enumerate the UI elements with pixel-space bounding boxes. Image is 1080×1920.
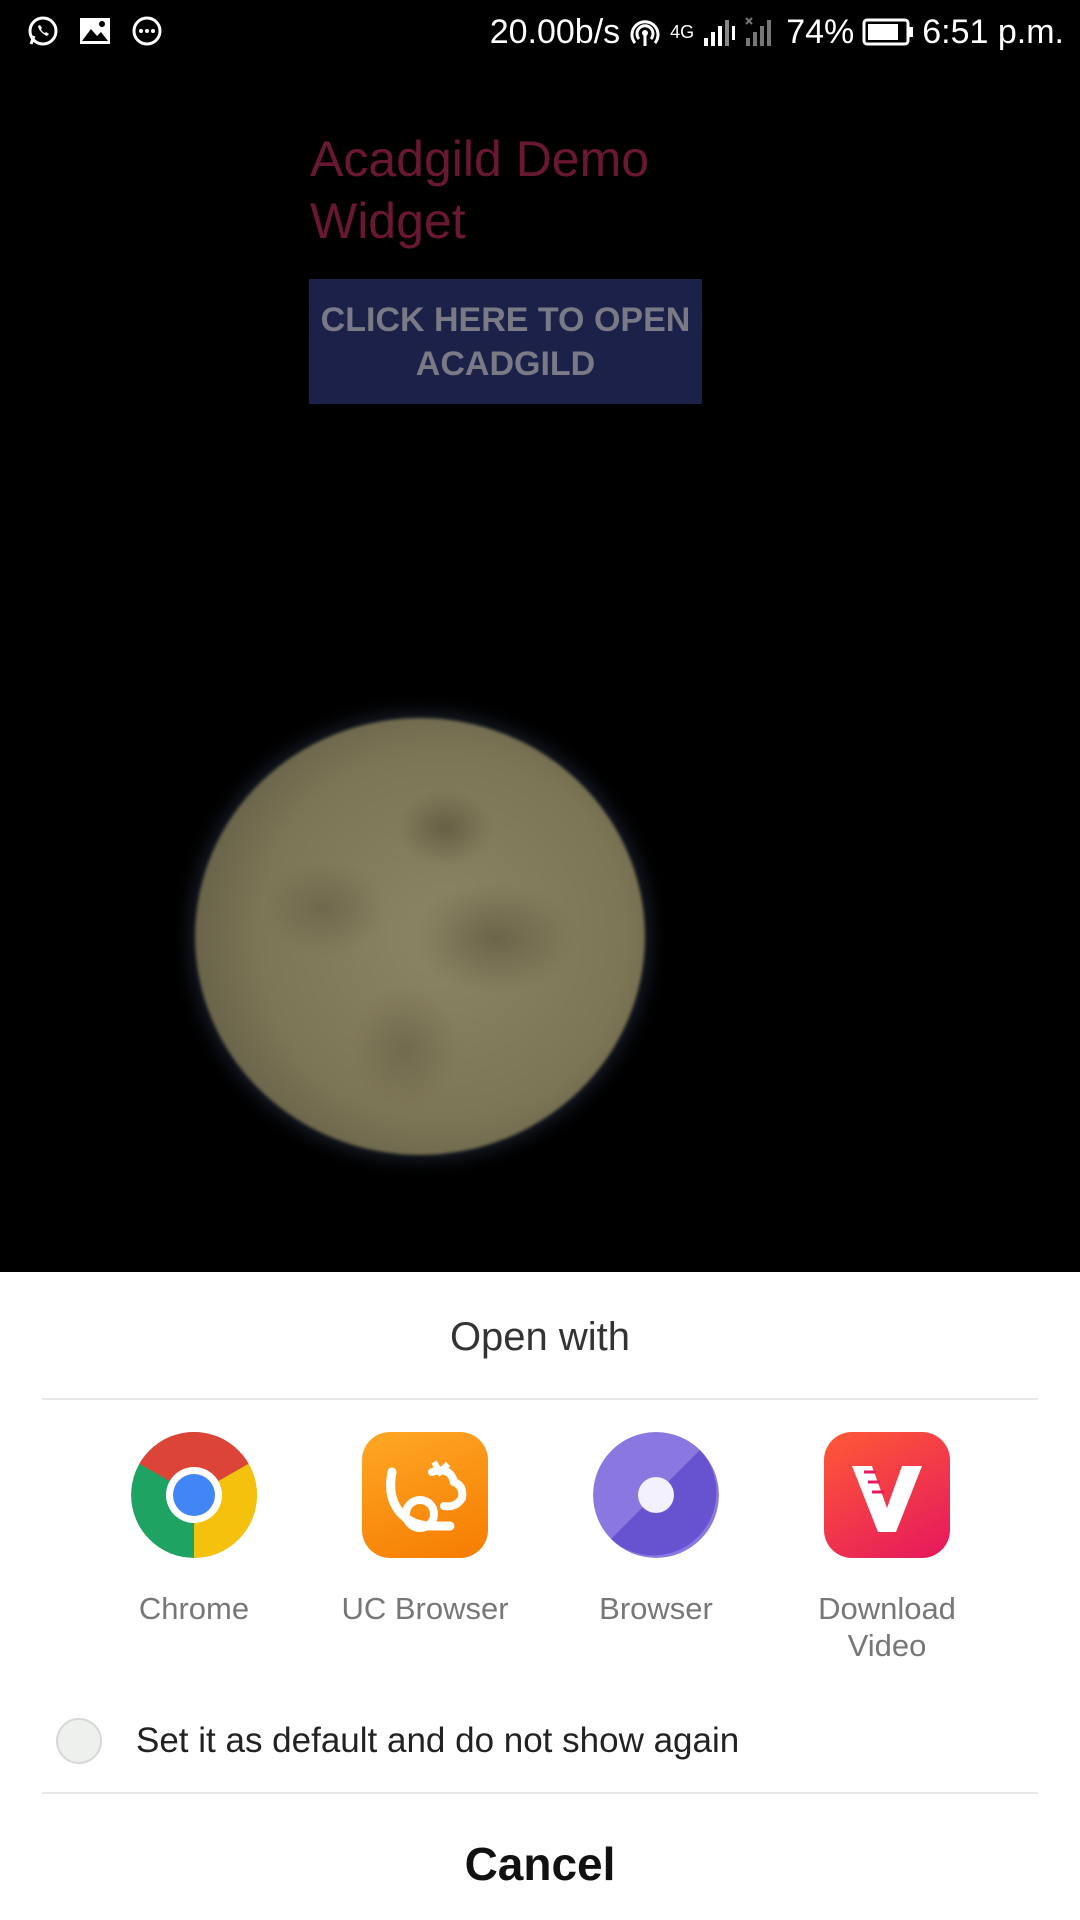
uc-browser-icon [362, 1432, 488, 1558]
app-list: Chrome UC Browser Browser Download Video [0, 1432, 1080, 1672]
no-signal-icon [744, 15, 778, 49]
default-option-row[interactable]: Set it as default and do not show again [56, 1714, 739, 1768]
widget-title: Acadgild Demo Widget [310, 131, 650, 249]
open-acadgild-button[interactable]: CLICK HERE TO OPEN ACADGILD [309, 279, 702, 404]
sheet-title: Open with [449, 1315, 631, 1359]
app-option-uc-browser[interactable]: UC Browser [315, 1432, 535, 1627]
battery-icon [862, 15, 914, 49]
moon-image [195, 718, 645, 1155]
download-video-icon [824, 1432, 950, 1558]
app-label: UC Browser [341, 1591, 509, 1626]
battery-percent: 74% [786, 13, 855, 51]
app-option-browser[interactable]: Browser [546, 1432, 766, 1627]
divider [42, 1398, 1038, 1400]
app-option-chrome[interactable]: Chrome [84, 1432, 304, 1627]
signal-icon [702, 15, 736, 49]
browser-icon [593, 1432, 719, 1558]
clock: 6:51 p.m. [922, 13, 1064, 51]
message-icon [130, 14, 164, 48]
open-with-sheet: Open with Chrome UC Browser Browser Down… [0, 1272, 1080, 1920]
app-label: Download Video [818, 1591, 956, 1663]
hotspot-icon [628, 15, 662, 49]
status-bar: 20.00b/s 4G 74% 6:51 p.m. [0, 0, 1080, 64]
cancel-button[interactable]: Cancel [0, 1824, 1080, 1904]
app-option-download-video[interactable]: Download Video [777, 1432, 997, 1664]
whatsapp-icon [26, 14, 60, 48]
app-label: Chrome [138, 1591, 250, 1626]
divider [42, 1792, 1038, 1794]
default-radio[interactable] [56, 1718, 102, 1764]
default-label: Set it as default and do not show again [136, 1721, 740, 1760]
net-speed: 20.00b/s [489, 13, 621, 51]
chrome-icon [131, 1432, 257, 1558]
network-type: 4G [670, 21, 695, 42]
gallery-icon [78, 14, 112, 48]
app-label: Browser [599, 1591, 713, 1626]
